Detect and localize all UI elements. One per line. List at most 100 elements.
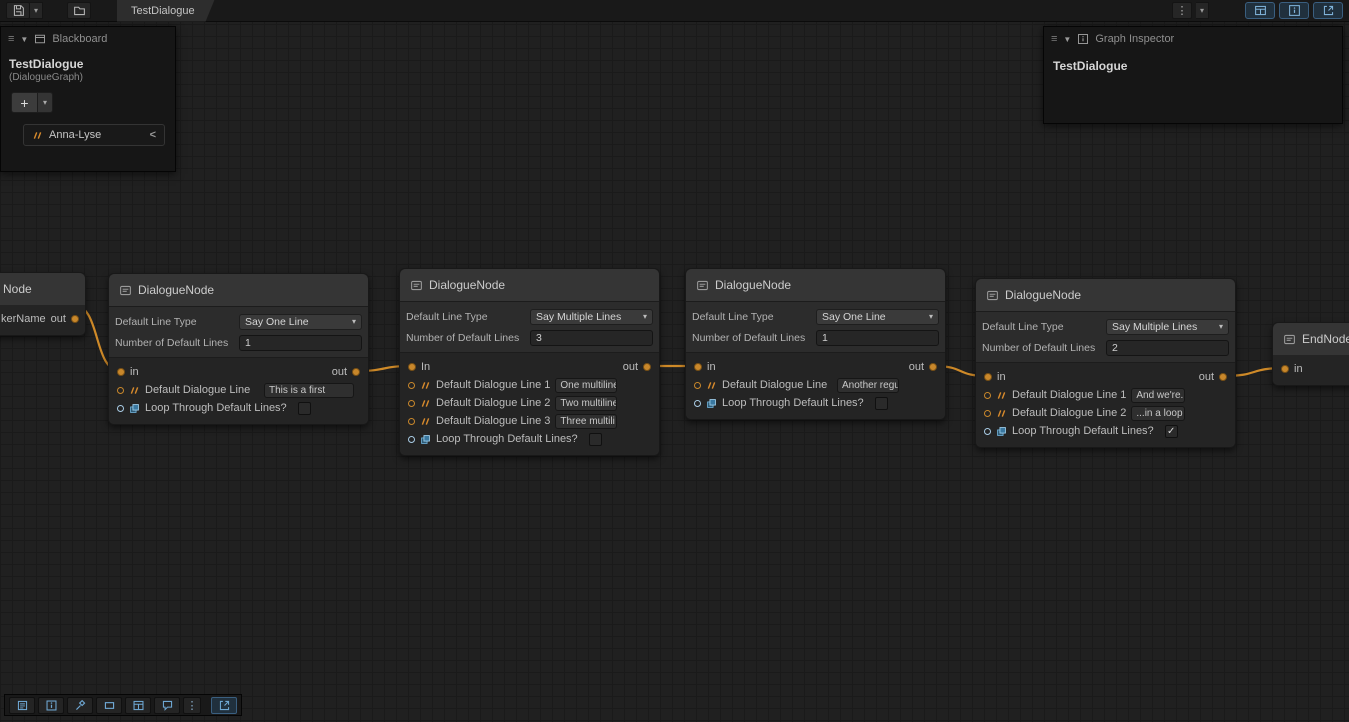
dialogue-node[interactable]: DialogueNodeDefault Line TypeSay One Lin…	[685, 268, 946, 420]
speech-bubble-icon	[161, 699, 174, 712]
loop-checkbox[interactable]: ✓	[1165, 425, 1178, 438]
dialogue-line-label: Default Dialogue Line	[722, 379, 827, 391]
blackboard-toggle-button[interactable]	[125, 697, 151, 714]
dialogue-node[interactable]: DialogueNodeDefault Line TypeSay One Lin…	[108, 273, 369, 425]
loop-icon	[996, 426, 1007, 437]
line-type-dropdown[interactable]: Say Multiple Lines▾	[530, 309, 653, 325]
loop-icon	[420, 434, 431, 445]
dialogue-line-field[interactable]: Another regu	[837, 378, 899, 393]
foldout-caret-icon[interactable]: ▼	[1063, 35, 1071, 44]
dropdown-value: Say Multiple Lines	[536, 311, 643, 323]
dialogue-line-port[interactable]	[694, 382, 701, 389]
foldout-caret-icon[interactable]: ▼	[20, 35, 28, 44]
blackboard-field-anna-lyse[interactable]: Anna-Lyse <	[23, 124, 165, 146]
output-port-group: out	[1199, 371, 1227, 383]
exec-in-port[interactable]	[1281, 365, 1289, 373]
exec-in-port[interactable]	[408, 363, 416, 371]
speaker-node[interactable]: NodekerNameout	[0, 272, 86, 336]
frame-button[interactable]	[96, 697, 122, 714]
console-button[interactable]	[9, 697, 35, 714]
exec-in-port[interactable]	[984, 373, 992, 381]
graph-inspector-panel[interactable]: ≡ ▼ Graph Inspector TestDialogue	[1043, 26, 1343, 124]
exec-out-port[interactable]	[929, 363, 937, 371]
save-dropdown-caret-icon[interactable]: ▾	[30, 2, 43, 19]
dialogue-line-field[interactable]: Three multili	[555, 414, 617, 429]
dialogue-node[interactable]: DialogueNodeDefault Line TypeSay Multipl…	[399, 268, 660, 456]
dialogue-line-port[interactable]	[408, 382, 415, 389]
dialogue-line-port[interactable]	[117, 387, 124, 394]
open-folder-button[interactable]	[67, 2, 91, 19]
blackboard-panel[interactable]: ≡ ▼ Blackboard TestDialogue (DialogueGra…	[0, 26, 176, 172]
loop-port[interactable]	[117, 405, 124, 412]
exec-out-port[interactable]	[643, 363, 651, 371]
collapse-chevron-icon[interactable]: <	[150, 129, 156, 141]
line-type-dropdown[interactable]: Say Multiple Lines▾	[1106, 319, 1229, 335]
output-name-group: kerName	[1, 313, 46, 325]
blackboard-title: Blackboard	[52, 33, 107, 45]
dialogue-line-field[interactable]: Two multiline	[555, 396, 617, 411]
node-header: DialogueNode	[109, 274, 368, 306]
line-type-dropdown[interactable]: Say One Line▾	[816, 309, 939, 325]
exec-out-port[interactable]	[71, 315, 79, 323]
output-port-group: out	[909, 361, 937, 373]
line-count-field[interactable]: 2	[1106, 340, 1229, 356]
loop-checkbox[interactable]	[298, 402, 311, 415]
top-toolbar: ▾ TestDialogue ⋮ ▾	[0, 0, 1349, 22]
dialogue-line-port[interactable]	[408, 400, 415, 407]
add-property-button[interactable]: +	[11, 92, 38, 113]
loop-checkbox[interactable]	[875, 397, 888, 410]
line-count-field[interactable]: 3	[530, 330, 653, 346]
dialogue-line-label: Default Dialogue Line 2	[436, 397, 550, 409]
dialogue-line-field[interactable]: This is a first	[264, 383, 354, 398]
loop-row: Loop Through Default Lines?	[117, 399, 360, 417]
dialogue-line-port[interactable]	[984, 410, 991, 417]
loop-port[interactable]	[408, 436, 415, 443]
end-node[interactable]: EndNodein	[1272, 322, 1349, 386]
external-window-icon	[1322, 4, 1335, 17]
loop-port[interactable]	[984, 428, 991, 435]
dialogue-line-port[interactable]	[408, 418, 415, 425]
node-title: DialogueNode	[715, 278, 791, 292]
external-window-button[interactable]	[211, 697, 237, 714]
kebab-menu-button[interactable]: ⋮	[183, 697, 201, 714]
toggle-blackboard-button[interactable]	[1245, 2, 1275, 19]
node-title: DialogueNode	[1005, 288, 1081, 302]
in-port-label: in	[707, 361, 716, 373]
quote-icon	[129, 386, 140, 395]
save-button[interactable]	[6, 2, 30, 19]
frame-icon	[103, 699, 116, 712]
toggle-preview-button[interactable]	[1313, 2, 1343, 19]
add-property-caret-icon[interactable]: ▾	[38, 92, 53, 113]
drag-handle-icon[interactable]: ≡	[1051, 33, 1057, 45]
node-ports: inoutDefault Dialogue Line 1And we're...…	[976, 363, 1235, 447]
dialogue-preview-button[interactable]	[154, 697, 180, 714]
dialogue-line-field[interactable]: One multiline	[555, 378, 617, 393]
node-ports: in	[1273, 355, 1349, 385]
node-title: DialogueNode	[138, 283, 214, 297]
toggle-inspector-button[interactable]	[1279, 2, 1309, 19]
kebab-menu-button[interactable]: ⋮	[1172, 2, 1192, 19]
line-count-field[interactable]: 1	[816, 330, 939, 346]
inspector-button[interactable]	[38, 697, 64, 714]
node-properties: Default Line TypeSay Multiple Lines▾Numb…	[400, 301, 659, 353]
line-count-field[interactable]: 1	[239, 335, 362, 351]
loop-checkbox[interactable]	[589, 433, 602, 446]
kebab-caret-icon[interactable]: ▾	[1196, 2, 1209, 19]
drag-handle-icon[interactable]: ≡	[8, 33, 14, 45]
graph-canvas[interactable]: ▾ TestDialogue ⋮ ▾ ≡ ▼	[0, 0, 1349, 722]
folder-icon	[73, 4, 86, 17]
exec-out-port[interactable]	[352, 368, 360, 376]
out-port-label: out	[623, 361, 638, 373]
dialogue-node[interactable]: DialogueNodeDefault Line TypeSay Multipl…	[975, 278, 1236, 448]
loop-port[interactable]	[694, 400, 701, 407]
exec-in-port[interactable]	[694, 363, 702, 371]
exec-out-port[interactable]	[1219, 373, 1227, 381]
dialogue-line-label: Default Dialogue Line 3	[436, 415, 550, 427]
exec-in-port[interactable]	[117, 368, 125, 376]
tab-testdialogue[interactable]: TestDialogue	[117, 0, 215, 22]
dialogue-line-field[interactable]: ...in a loop	[1131, 406, 1185, 421]
dialogue-line-field[interactable]: And we're...	[1131, 388, 1185, 403]
tools-button[interactable]	[67, 697, 93, 714]
dialogue-line-port[interactable]	[984, 392, 991, 399]
line-type-dropdown[interactable]: Say One Line▾	[239, 314, 362, 330]
